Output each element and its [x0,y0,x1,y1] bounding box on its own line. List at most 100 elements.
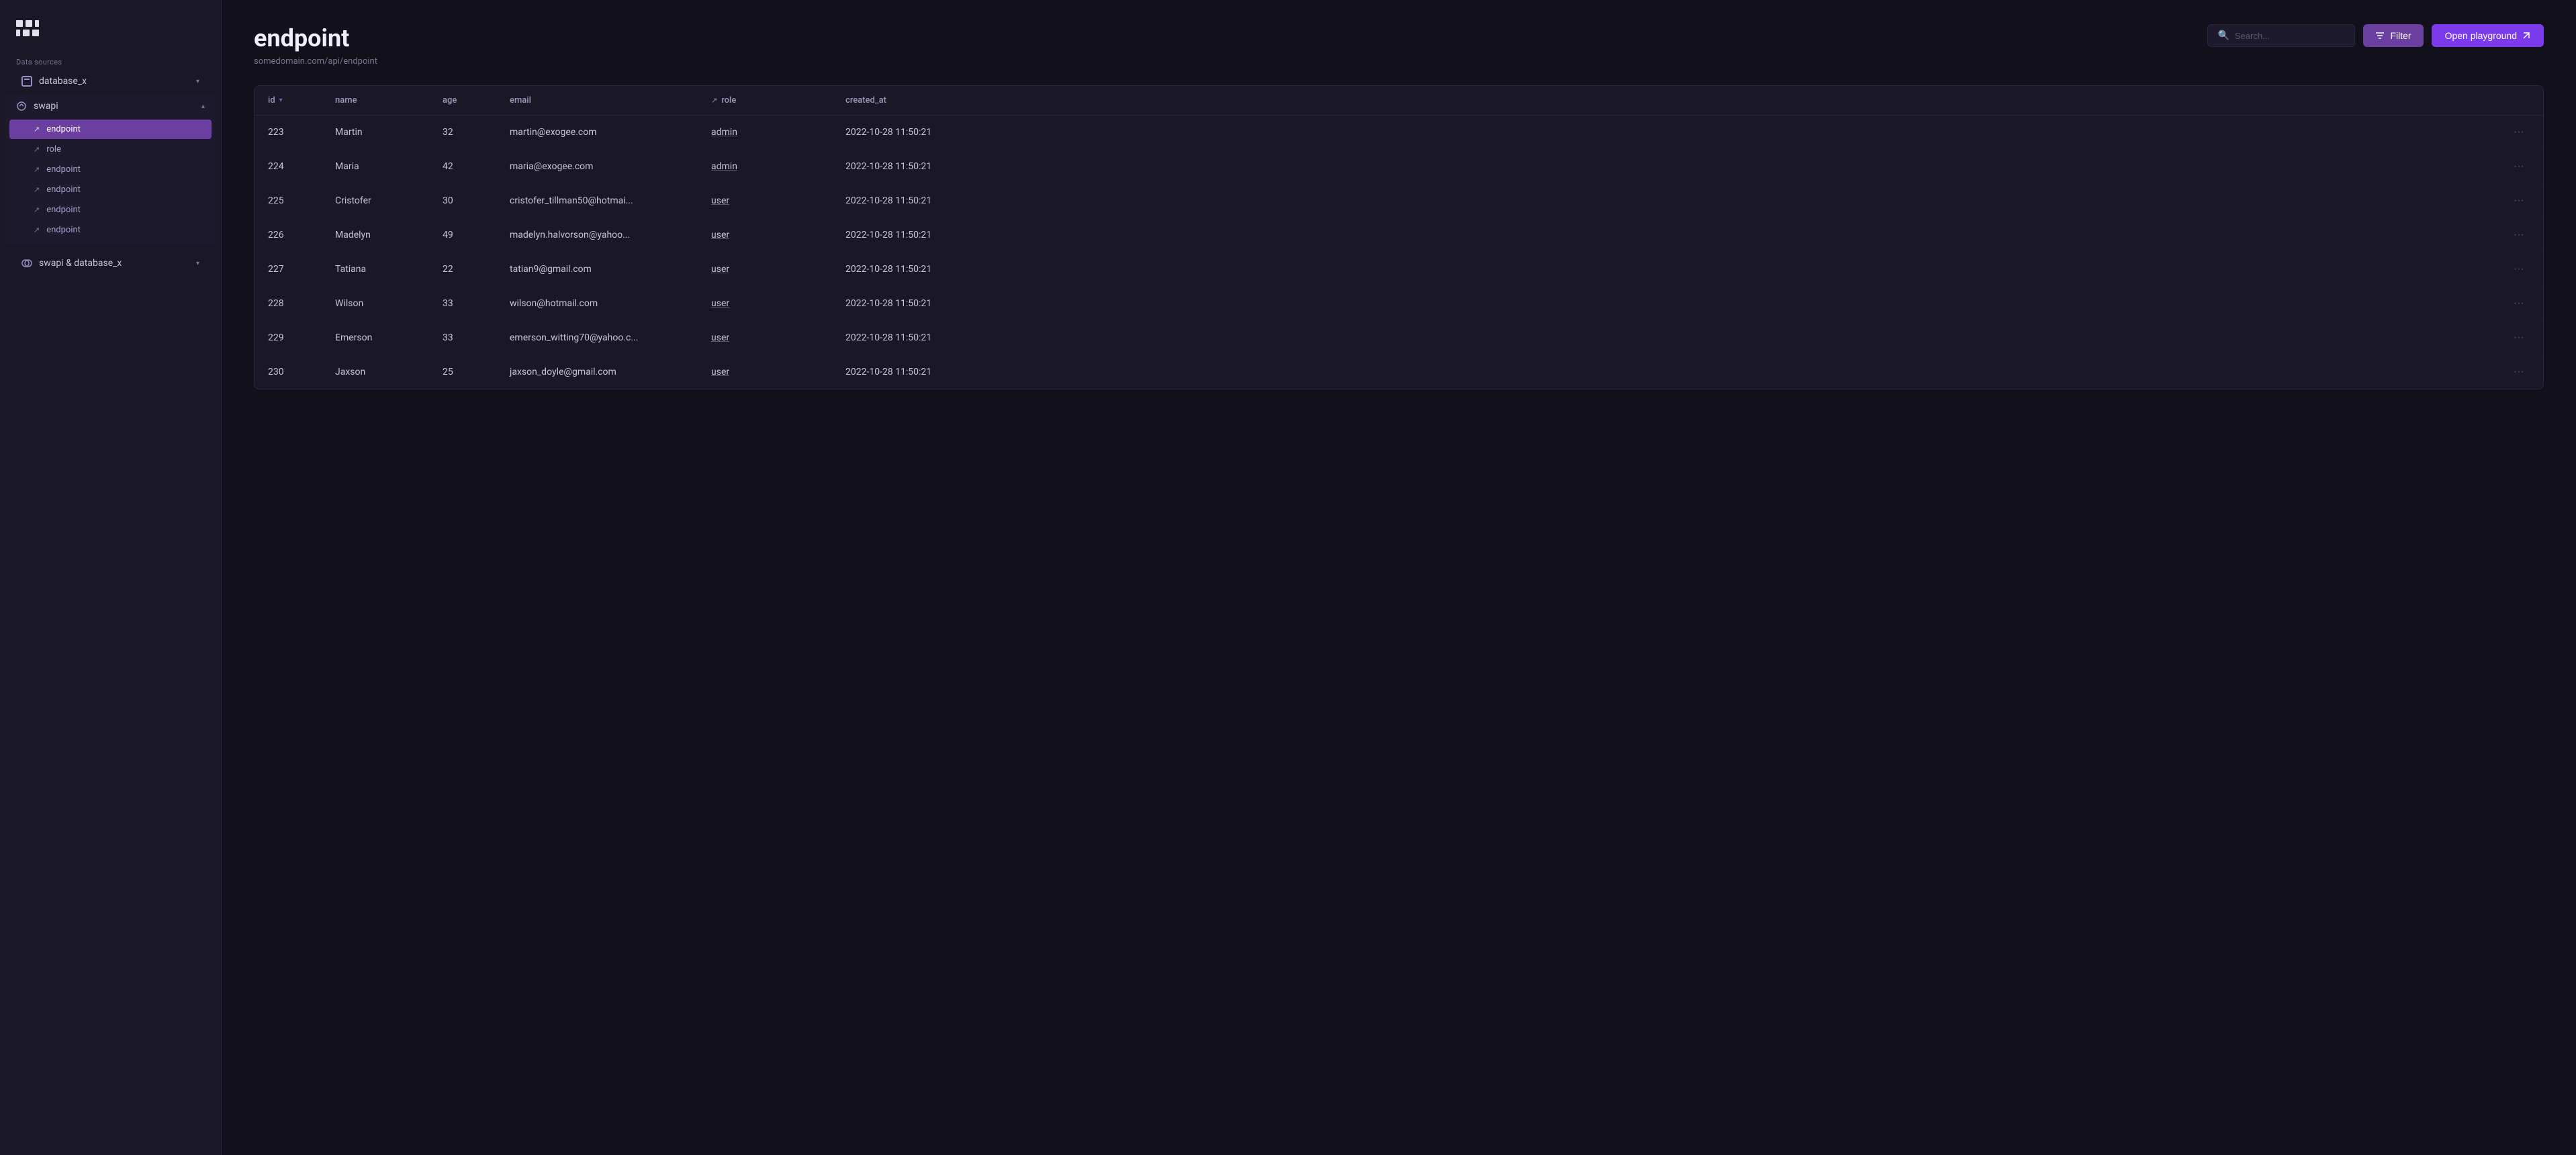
sidebar-item-endpoint-5[interactable]: ↗ endpoint [9,220,212,240]
row-more-button[interactable]: ··· [2508,159,2530,174]
row-more-button[interactable]: ··· [2508,125,2530,140]
col-header-id[interactable]: id ▾ [255,86,322,116]
cell-actions[interactable]: ··· [2495,287,2543,321]
row-more-button[interactable]: ··· [2508,228,2530,242]
swapi-database-x-label: swapi & database_x [39,258,122,269]
cell-name: Maria [322,150,429,184]
data-table-container: id ▾ name age email ↗ [254,85,2544,389]
arrow-up-right-icon: ↗ [34,145,40,154]
row-more-button[interactable]: ··· [2508,262,2530,277]
table-row: 228 Wilson 33 wilson@hotmail.com user 20… [255,287,2543,321]
link-icon: ↗ [711,96,717,105]
cell-role[interactable]: admin [698,150,832,184]
page-subtitle: somedomain.com/api/endpoint [254,56,377,66]
table-row: 229 Emerson 33 emerson_witting70@yahoo.c… [255,321,2543,355]
cell-actions[interactable]: ··· [2495,116,2543,150]
swapi-label: swapi [34,101,58,111]
sidebar-item-label: endpoint [46,165,81,175]
cell-role[interactable]: user [698,184,832,218]
cell-role[interactable]: user [698,355,832,389]
cell-email: emerson_witting70@yahoo.c... [496,321,698,355]
sidebar-group-header-swapi-db[interactable]: swapi & database_x ▾ [5,252,216,274]
row-more-button[interactable]: ··· [2508,365,2530,379]
cell-age: 30 [429,184,496,218]
cell-role[interactable]: user [698,287,832,321]
cell-age: 42 [429,150,496,184]
table-row: 224 Maria 42 maria@exogee.com admin 2022… [255,150,2543,184]
page-title: endpoint [254,24,377,52]
search-box[interactable]: 🔍 [2207,24,2355,47]
row-more-button[interactable]: ··· [2508,330,2530,345]
cell-actions[interactable]: ··· [2495,252,2543,287]
cell-created-at: 2022-10-28 11:50:21 [832,355,2495,389]
filter-button[interactable]: Filter [2363,24,2423,47]
cell-role[interactable]: user [698,252,832,287]
cell-role[interactable]: user [698,218,832,252]
playground-label: Open playground [2445,30,2517,41]
chevron-up-icon: ▴ [201,103,205,110]
sidebar: Data sources database_x ▾ swapi ▴ ↗ [0,0,222,1155]
sidebar-swapi-items: ↗ endpoint ↗ role ↗ endpoint ↗ endpoint … [5,118,216,244]
sidebar-item-endpoint-4[interactable]: ↗ endpoint [9,200,212,220]
sidebar-item-endpoint-3[interactable]: ↗ endpoint [9,180,212,199]
database-icon [21,76,32,87]
arrow-up-right-icon: ↗ [34,165,40,174]
cell-actions[interactable]: ··· [2495,218,2543,252]
sidebar-item-endpoint-active[interactable]: ↗ endpoint [9,120,212,139]
cell-actions[interactable]: ··· [2495,150,2543,184]
filter-icon [2375,31,2385,40]
cell-actions[interactable]: ··· [2495,321,2543,355]
cell-email: maria@exogee.com [496,150,698,184]
sidebar-item-label: endpoint [46,124,81,134]
col-header-actions [2495,86,2543,116]
row-more-button[interactable]: ··· [2508,296,2530,311]
search-input[interactable] [2235,31,2346,41]
arrow-up-right-icon: ↗ [34,205,40,214]
cell-id: 229 [255,321,322,355]
cell-age: 25 [429,355,496,389]
main-actions: 🔍 Filter Open playground [2207,24,2544,47]
cell-name: Wilson [322,287,429,321]
cell-id: 230 [255,355,322,389]
table-row: 230 Jaxson 25 jaxson_doyle@gmail.com use… [255,355,2543,389]
sidebar-group-header-database-x[interactable]: database_x ▾ [5,71,216,92]
data-sources-label: Data sources [0,52,221,71]
sidebar-group-swapi: swapi ▴ ↗ endpoint ↗ role ↗ endpoint ↗ e… [5,95,216,244]
sidebar-item-endpoint-2[interactable]: ↗ endpoint [9,160,212,179]
cell-age: 33 [429,321,496,355]
cell-role[interactable]: admin [698,116,832,150]
cell-id: 228 [255,287,322,321]
cell-created-at: 2022-10-28 11:50:21 [832,321,2495,355]
cell-email: tatian9@gmail.com [496,252,698,287]
col-header-created-at: created_at [832,86,2495,116]
cell-age: 32 [429,116,496,150]
cell-actions[interactable]: ··· [2495,355,2543,389]
cell-email: madelyn.halvorson@yahoo... [496,218,698,252]
table-row: 227 Tatiana 22 tatian9@gmail.com user 20… [255,252,2543,287]
cell-age: 22 [429,252,496,287]
cell-id: 223 [255,116,322,150]
open-playground-button[interactable]: Open playground [2432,24,2544,47]
cell-name: Cristofer [322,184,429,218]
col-header-age: age [429,86,496,116]
cell-role[interactable]: user [698,321,832,355]
cell-name: Tatiana [322,252,429,287]
arrow-up-right-icon: ↗ [34,125,40,134]
combined-icon [21,258,32,269]
cell-id: 224 [255,150,322,184]
search-icon: 🔍 [2217,30,2229,41]
sidebar-swapi-header[interactable]: swapi ▴ [5,95,216,118]
row-more-button[interactable]: ··· [2508,193,2530,208]
filter-label: Filter [2390,30,2411,41]
cell-created-at: 2022-10-28 11:50:21 [832,252,2495,287]
swapi-icon [16,101,27,111]
cell-name: Martin [322,116,429,150]
cell-created-at: 2022-10-28 11:50:21 [832,184,2495,218]
table-row: 223 Martin 32 martin@exogee.com admin 20… [255,116,2543,150]
cell-name: Madelyn [322,218,429,252]
cell-actions[interactable]: ··· [2495,184,2543,218]
cell-email: cristofer_tillman50@hotmai... [496,184,698,218]
sidebar-item-label: role [46,144,61,154]
sidebar-item-role[interactable]: ↗ role [9,140,212,159]
sidebar-item-label: endpoint [46,225,81,235]
